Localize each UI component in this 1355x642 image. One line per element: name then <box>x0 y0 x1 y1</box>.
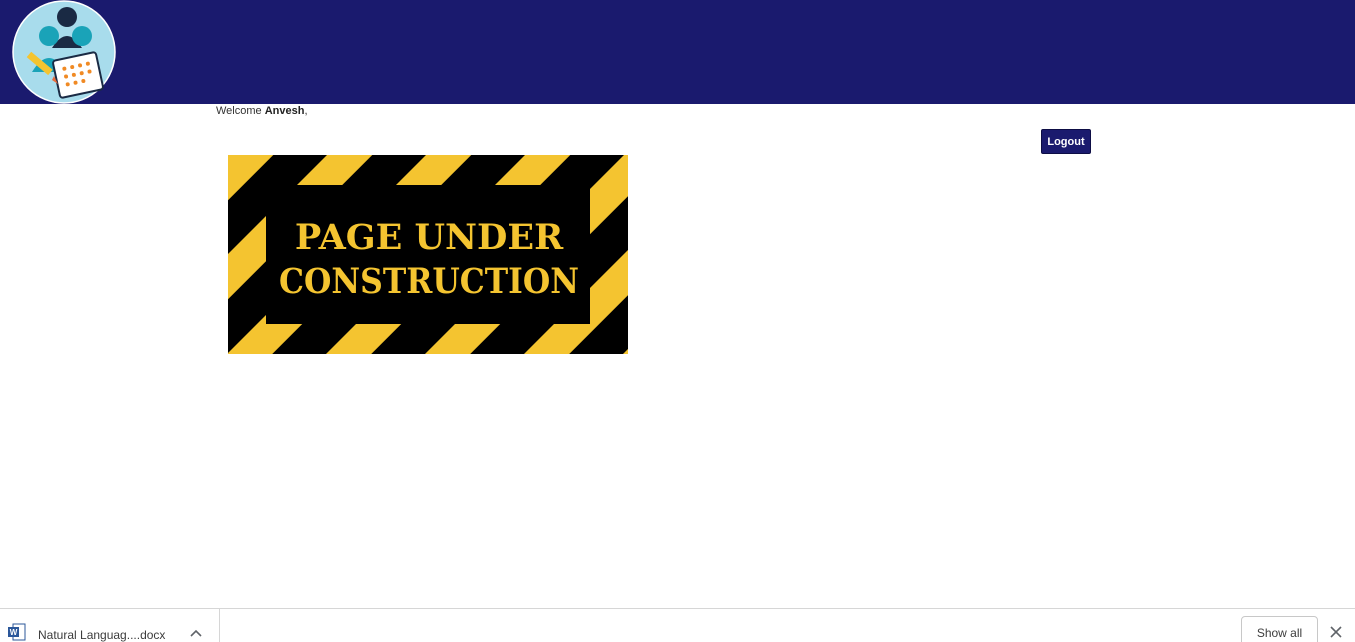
logout-button[interactable]: Logout <box>1041 129 1091 154</box>
welcome-suffix: , <box>304 105 308 117</box>
show-all-button[interactable]: Show all <box>1241 616 1318 642</box>
banner-line2: CONSTRUCTION <box>279 261 579 302</box>
welcome-username: Anvesh <box>264 105 305 117</box>
close-icon[interactable] <box>1329 625 1343 639</box>
svg-text:W: W <box>10 628 18 637</box>
welcome-message: Welcome Anvesh, <box>216 105 308 117</box>
download-bar: W Natural Languag....docx Show all <box>0 608 1355 642</box>
page: Welcome Anvesh, Logout PAGE UNDER CONSTR… <box>0 0 1355 642</box>
survey-people-logo-icon[interactable] <box>12 0 116 104</box>
chevron-up-icon[interactable] <box>189 627 203 641</box>
banner-line1: PAGE UNDER <box>295 217 564 258</box>
under-construction-banner: PAGE UNDER CONSTRUCTION <box>228 155 628 354</box>
download-item[interactable]: W Natural Languag....docx <box>0 609 220 642</box>
header-bar <box>0 0 1355 104</box>
download-file-name: Natural Languag....docx <box>38 628 166 642</box>
word-doc-icon: W <box>8 623 26 641</box>
welcome-prefix: Welcome <box>216 105 265 117</box>
